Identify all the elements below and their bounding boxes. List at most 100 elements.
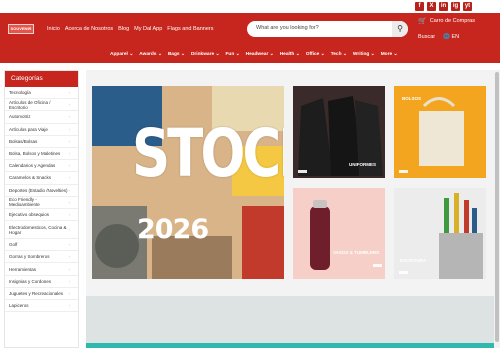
tile-vasos[interactable]: VASOS & TUMBLERS — [293, 188, 385, 279]
language-selector[interactable]: 🌐 EN — [443, 34, 459, 40]
sidebar-item-label: Artículos para Viaje — [9, 126, 48, 132]
tile-escritura[interactable]: ESCRITURA — [394, 188, 486, 279]
hero-title: STOCK — [132, 116, 284, 193]
sidebar-item[interactable]: Artículos de Oficina / Escritorio › — [5, 99, 78, 112]
nav-inicio[interactable]: Inicio — [47, 26, 60, 32]
sidebar-item[interactable]: Herramientas › — [5, 263, 78, 276]
utility-links: Buscar 🌐 EN — [418, 34, 459, 40]
chevron-right-icon: › — [68, 126, 71, 132]
escritura-photo — [394, 188, 486, 279]
chevron-right-icon: › — [68, 303, 71, 309]
chevron-right-icon: › — [68, 227, 71, 233]
sidebar-item[interactable]: Bolsas/Bolsas › — [5, 136, 78, 148]
language-label: EN — [451, 34, 460, 40]
chevron-right-icon: › — [68, 278, 71, 284]
linkedin-icon[interactable]: in — [439, 2, 448, 11]
search-icon[interactable]: ⚲ — [392, 21, 408, 37]
search-input[interactable]: What are you looking for? — [256, 25, 319, 31]
sidebar-item-label: Gorras y Sombreros — [9, 254, 50, 260]
youtube-icon[interactable]: yt — [463, 2, 472, 11]
nav-blog[interactable]: Blog — [118, 26, 129, 32]
catnav-headwear[interactable]: Headwear ⌄ — [246, 52, 274, 57]
sidebar-item[interactable]: Golf › — [5, 239, 78, 252]
buscar-link[interactable]: Buscar — [418, 34, 435, 40]
social-links: f X in ig yt — [415, 2, 472, 11]
catnav-health[interactable]: Health ⌄ — [280, 52, 300, 57]
sidebar-item-label: Caramelos & Snacks — [9, 175, 52, 181]
catnav-office[interactable]: Office ⌄ — [306, 52, 325, 57]
sidebar-item-label: Bolsas/Bolsas — [9, 138, 38, 144]
category-sidebar: Categorías Tecnología › Artículos de Ofici… — [4, 70, 79, 348]
sidebar-item-label: Golf — [9, 242, 18, 248]
sidebar-item-label: Artículos de Oficina / Escritorio — [9, 99, 51, 110]
site-header: SOUVENIR Inicio Acerca de Nosotros Blog … — [0, 13, 500, 63]
cart-label: Carro de Compras — [429, 18, 475, 24]
category-nav: Apparel ⌄ Awards ⌄ Bags ⌄ Drinkware ⌄ Fu… — [110, 52, 398, 57]
sidebar-item[interactable]: Juguetes y Recreacionales › — [5, 288, 78, 300]
top-nav: Inicio Acerca de Nosotros Blog My Dal Ap… — [47, 26, 213, 32]
globe-icon: 🌐 — [443, 34, 450, 40]
sidebar-item[interactable]: Calendarios y Agendas › — [5, 160, 78, 173]
catnav-drinkware[interactable]: Drinkware ⌄ — [191, 52, 220, 57]
sidebar-item[interactable]: Gorras y Sombreros › — [5, 251, 78, 264]
sidebar-item-label: Deportes (Estadio /Novelties) — [9, 187, 68, 193]
sidebar-item[interactable]: Eco Friendly - Medioambiente › — [5, 197, 78, 209]
nav-flags[interactable]: Flags and Banners — [167, 26, 213, 32]
tile-escritura-label: ESCRITURA — [400, 258, 427, 263]
sidebar-item[interactable]: Artículos para Viaje › — [5, 124, 78, 136]
sidebar-item[interactable]: Bolsa, Bolsos y Maletines › — [5, 148, 78, 161]
chevron-right-icon: › — [68, 254, 71, 260]
tile-vasos-label: VASOS & TUMBLERS — [333, 250, 380, 255]
chevron-right-icon: › — [68, 90, 71, 96]
sidebar-item-label: Herramientas — [9, 266, 37, 272]
search-box[interactable]: What are you looking for? ⚲ — [247, 21, 408, 37]
sidebar-item-label: Insignias y Cordones — [9, 278, 52, 284]
chevron-right-icon: › — [68, 151, 71, 157]
chevron-right-icon: › — [68, 163, 71, 169]
catnav-more[interactable]: More ⌄ — [381, 52, 398, 57]
site-logo[interactable]: SOUVENIR — [8, 24, 34, 34]
tile-uniformes[interactable]: UNIFORMES — [293, 86, 385, 178]
facebook-icon[interactable]: f — [415, 2, 424, 11]
catnav-bags[interactable]: Bags ⌄ — [168, 52, 185, 57]
sidebar-item-label: Tecnología — [9, 90, 31, 96]
chevron-right-icon: › — [68, 242, 71, 248]
tile-bolsos-label: BOLSOS — [402, 96, 422, 101]
tile-logo-mark — [399, 170, 408, 173]
sidebar-item-label: Eco Friendly - Medioambiente — [9, 197, 40, 208]
tile-uniformes-label: UNIFORMES — [349, 162, 376, 167]
hero-banner-stock[interactable]: STOCK 2026 — [92, 86, 284, 279]
nav-acerca[interactable]: Acerca de Nosotros — [65, 26, 113, 32]
sidebar-item[interactable]: Electrodomesticos, Cocina & Hogar › — [5, 221, 78, 240]
sidebar-item[interactable]: Deportes (Estadio /Novelties) › — [5, 185, 78, 197]
top-strip: f X in ig yt — [0, 0, 500, 13]
sidebar-item-label: Lapiceros — [9, 303, 29, 309]
catnav-writing[interactable]: Writing ⌄ — [353, 52, 375, 57]
sidebar-item[interactable]: Caramelos & Snacks › — [5, 172, 78, 185]
instagram-icon[interactable]: ig — [451, 2, 460, 11]
nav-app[interactable]: My Dal App — [134, 26, 162, 32]
sidebar-item[interactable]: Ejecutivo obsequios › — [5, 209, 78, 222]
catnav-tech[interactable]: Tech ⌄ — [331, 52, 347, 57]
chevron-right-icon: › — [68, 102, 71, 108]
sidebar-item[interactable]: Automotriz › — [5, 111, 78, 124]
vertical-scrollbar[interactable] — [494, 70, 500, 348]
catnav-apparel[interactable]: Apparel ⌄ — [110, 52, 133, 57]
chevron-right-icon: › — [68, 114, 71, 120]
scrollbar-thumb[interactable] — [495, 72, 499, 342]
cart-link[interactable]: 🛒 Carro de Compras — [418, 17, 475, 25]
sidebar-item[interactable]: Insignias y Cordones › — [5, 276, 78, 288]
tile-logo-mark — [399, 271, 408, 274]
promo-band — [86, 296, 494, 348]
sidebar-item[interactable]: Tecnología › — [5, 87, 78, 100]
sidebar-item-label: Bolsa, Bolsos y Maletines — [9, 151, 61, 157]
tile-bolsos[interactable]: BOLSOS — [394, 86, 486, 178]
x-twitter-icon[interactable]: X — [427, 2, 436, 11]
promo-band-accent — [86, 343, 494, 348]
chevron-right-icon: › — [68, 211, 71, 217]
sidebar-item[interactable]: Lapiceros › — [5, 300, 78, 313]
catnav-fun[interactable]: Fun ⌄ — [226, 52, 240, 57]
chevron-right-icon: › — [68, 290, 71, 296]
catnav-awards[interactable]: Awards ⌄ — [139, 52, 162, 57]
chevron-right-icon: › — [68, 266, 71, 272]
